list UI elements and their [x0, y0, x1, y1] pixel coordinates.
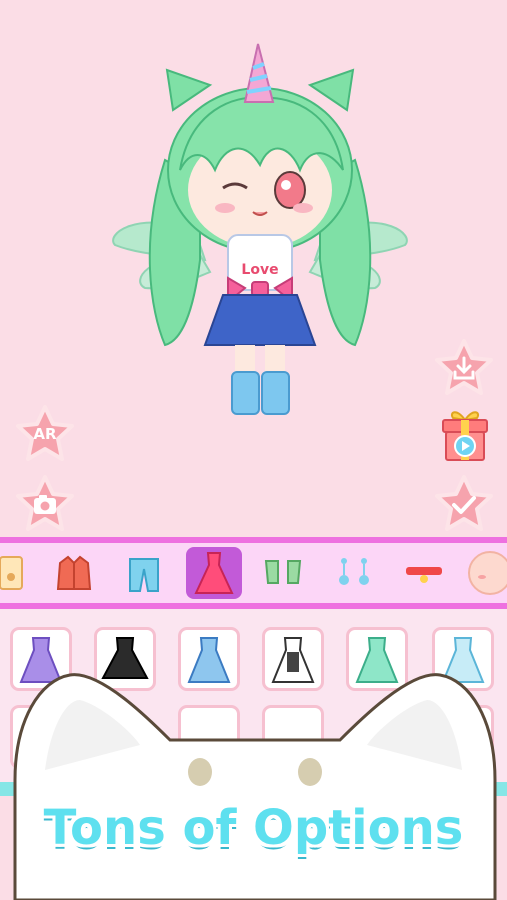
- download-button[interactable]: [433, 338, 495, 400]
- tab-chokers[interactable]: [396, 547, 452, 599]
- promo-banner-text: Tons of Options: [43, 800, 464, 856]
- ar-button[interactable]: AR: [14, 404, 76, 466]
- paw-icon: [0, 556, 23, 590]
- gift-play-icon: [442, 411, 488, 461]
- earrings-icon: [339, 558, 369, 585]
- tab-pets[interactable]: [0, 547, 38, 599]
- tab-pants[interactable]: [116, 547, 172, 599]
- jacket-icon: [56, 555, 92, 590]
- dressup-stage: Love AR: [0, 0, 507, 540]
- tab-faces[interactable]: [462, 547, 507, 599]
- tab-dresses[interactable]: [186, 547, 242, 599]
- tab-jackets[interactable]: [46, 547, 102, 599]
- category-tab-strip: [0, 543, 507, 603]
- category-tab-bar: [0, 537, 507, 609]
- shirt-text: Love: [241, 262, 278, 278]
- gift-video-button[interactable]: [437, 406, 493, 464]
- dress-icon: [194, 552, 234, 594]
- ar-button-label: AR: [33, 425, 57, 443]
- pants-icon: [129, 558, 159, 592]
- tab-socks[interactable]: [256, 547, 312, 599]
- choker-icon: [406, 567, 442, 583]
- confirm-button[interactable]: [433, 474, 495, 536]
- cat-mascot-overlay: [13, 673, 497, 900]
- tab-earrings[interactable]: [326, 547, 382, 599]
- camera-button[interactable]: [14, 474, 76, 536]
- chibi-character[interactable]: Love: [95, 40, 425, 420]
- face-icon: [468, 551, 507, 595]
- socks-icon: [264, 560, 302, 584]
